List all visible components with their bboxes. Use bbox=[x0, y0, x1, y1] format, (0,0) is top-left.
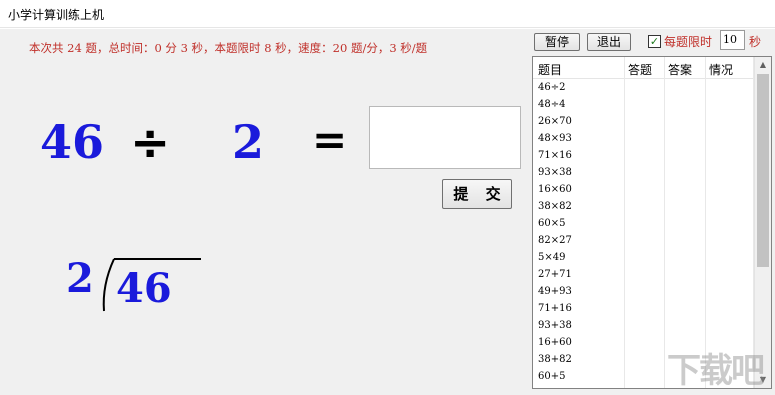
list-item[interactable]: 38×82 bbox=[533, 198, 754, 215]
watermark-logo: 下载吧 bbox=[667, 351, 765, 391]
main-panel: 本次共 24 题，总时间：0 分 3 秒，本题限时 8 秒，速度：20 题/分，… bbox=[0, 29, 775, 395]
scroll-up-icon[interactable]: ▲ bbox=[755, 57, 771, 73]
time-limit-input[interactable]: 10 bbox=[720, 30, 745, 50]
window-title: 小学计算训练上机 bbox=[8, 8, 105, 22]
equals-sign: = bbox=[312, 115, 348, 164]
seconds-label: 秒 bbox=[749, 35, 762, 49]
list-item[interactable]: 49+93 bbox=[533, 283, 754, 300]
long-division-bracket bbox=[102, 258, 115, 312]
column-header-problem[interactable]: 题目 bbox=[538, 61, 562, 78]
list-item[interactable]: 16×60 bbox=[533, 181, 754, 198]
problem-list[interactable]: 题目 答题 答案 情况 46÷2 48÷4 26×70 48×93 71×16 93×38… bbox=[532, 56, 772, 389]
status-text: 本次共 24 题，总时间：0 分 3 秒，本题限时 8 秒，速度：20 题/分，… bbox=[29, 41, 428, 55]
column-header-answer[interactable]: 答案 bbox=[668, 61, 692, 78]
pause-button[interactable]: 暂停 bbox=[534, 33, 580, 51]
list-item[interactable]: 82×27 bbox=[533, 232, 754, 249]
list-item[interactable]: 48÷4 bbox=[533, 96, 754, 113]
long-division-dividend: 46 bbox=[116, 265, 172, 312]
answer-input[interactable] bbox=[369, 106, 521, 169]
list-item[interactable]: 93+38 bbox=[533, 317, 754, 334]
time-limit-label: 每题限时 bbox=[664, 35, 713, 49]
operand-right: 2 bbox=[232, 115, 265, 169]
operator-divide: ÷ bbox=[130, 115, 171, 171]
list-item[interactable]: 46÷2 bbox=[533, 79, 754, 96]
scroll-thumb[interactable] bbox=[757, 74, 769, 267]
list-item[interactable]: 5×49 bbox=[533, 249, 754, 266]
time-limit-checkbox[interactable]: ✓ bbox=[648, 35, 661, 48]
long-division-bar bbox=[114, 258, 201, 260]
list-scrollbar[interactable]: ▲ ▼ bbox=[754, 57, 771, 388]
exit-button[interactable]: 退出 bbox=[587, 33, 631, 51]
operand-left: 46 bbox=[40, 115, 105, 169]
column-header-status[interactable]: 情况 bbox=[709, 61, 733, 78]
list-item[interactable]: 27+71 bbox=[533, 266, 754, 283]
submit-button[interactable]: 提 交 bbox=[442, 179, 512, 209]
list-item[interactable]: 60×5 bbox=[533, 215, 754, 232]
long-division-divisor: 2 bbox=[66, 255, 94, 302]
list-item[interactable]: 48×93 bbox=[533, 130, 754, 147]
title-bar: 小学计算训练上机 bbox=[0, 0, 775, 28]
list-header: 题目 答题 答案 情况 bbox=[533, 57, 754, 79]
column-header-response[interactable]: 答题 bbox=[628, 61, 652, 78]
list-item[interactable]: 71×16 bbox=[533, 147, 754, 164]
list-item[interactable]: 93×38 bbox=[533, 164, 754, 181]
list-item[interactable]: 26×70 bbox=[533, 113, 754, 130]
list-item[interactable]: 71+16 bbox=[533, 300, 754, 317]
